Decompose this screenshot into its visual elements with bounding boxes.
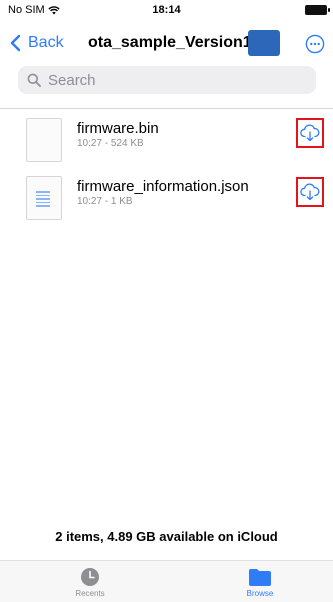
navigation-bar: Back ota_sample_Version1.	[0, 26, 333, 62]
more-options-button[interactable]	[305, 34, 325, 54]
file-row[interactable]: firmware.bin 10:27 - 524 KB	[0, 112, 333, 170]
tab-browse[interactable]: Browse	[190, 561, 330, 602]
cloud-download-icon	[300, 183, 320, 201]
tab-browse-label: Browse	[246, 589, 274, 598]
tab-recents[interactable]: Recents	[20, 561, 160, 602]
clock-icon	[81, 568, 99, 586]
cloud-download-icon	[300, 124, 320, 142]
file-row[interactable]: firmware_information.json 10:27 - 1 KB	[0, 170, 333, 228]
tab-recents-label: Recents	[75, 589, 105, 598]
redaction-box	[248, 30, 280, 56]
file-name: firmware.bin	[77, 120, 159, 137]
file-meta: 10:27 - 1 KB	[77, 196, 133, 207]
back-label: Back	[28, 34, 64, 51]
download-button[interactable]	[296, 118, 324, 148]
tab-bar: Recents Browse	[0, 560, 333, 602]
file-name: firmware_information.json	[77, 178, 249, 195]
blank-file-icon	[26, 118, 62, 162]
battery-icon	[305, 5, 330, 15]
storage-info: 2 items, 4.89 GB available on iCloud	[55, 529, 278, 544]
folder-icon	[249, 569, 271, 586]
back-button[interactable]: Back	[8, 34, 64, 52]
divider	[0, 108, 333, 109]
status-bar: No SIM 18:14	[0, 0, 333, 20]
file-meta: 10:27 - 524 KB	[77, 138, 144, 149]
search-input[interactable]	[46, 70, 290, 90]
text-document-icon	[26, 176, 62, 220]
download-button[interactable]	[296, 177, 324, 207]
chevron-left-icon	[10, 34, 21, 52]
search-bar	[18, 66, 316, 94]
page-title: ota_sample_Version1.	[88, 34, 257, 51]
search-icon	[27, 73, 41, 87]
clock: 18:14	[152, 4, 181, 16]
